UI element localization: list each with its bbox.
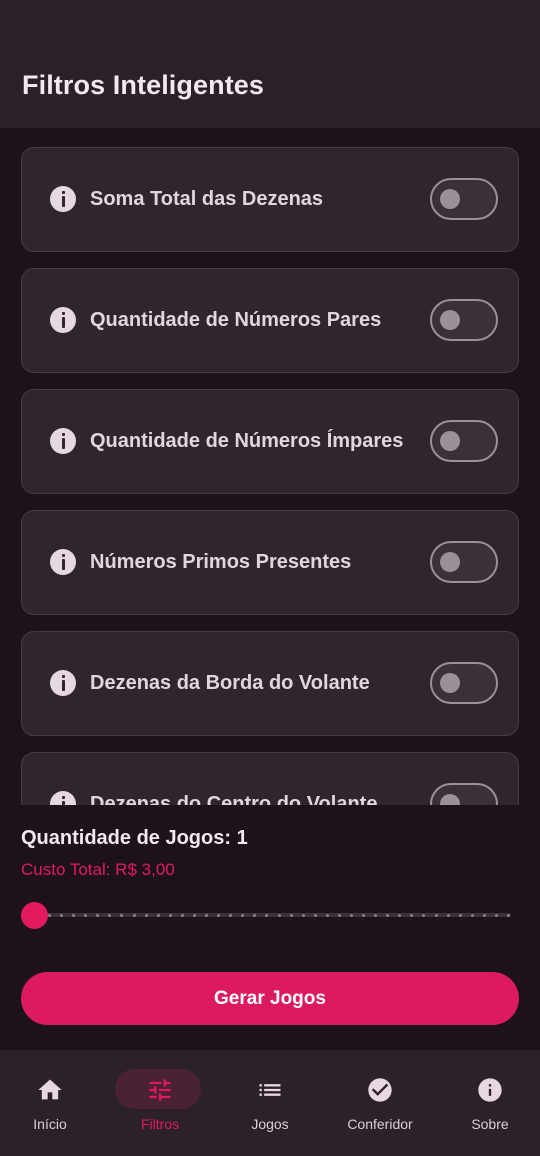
toggle-knob [440,552,460,572]
filter-label: Dezenas do Centro do Volante [90,793,378,805]
generation-panel: Quantidade de Jogos: 1 Custo Total: R$ 3… [0,805,540,1050]
slider-tick [386,913,390,917]
filter-card-centro-volante: Dezenas do Centro do Volante [21,752,519,805]
slider-tick [507,913,510,917]
filter-label: Quantidade de Números Pares [90,309,382,331]
filter-toggle-numeros-primos[interactable] [430,541,498,583]
slider-tick [446,913,450,917]
slider-tick [434,913,438,917]
slider-tick [349,913,353,917]
slider-tick [180,913,184,917]
tune-icon [149,1079,171,1101]
nav-label: Início [33,1116,67,1132]
info-icon[interactable] [50,428,76,454]
nav-item-conferidor[interactable]: Conferidor [326,1050,434,1156]
slider-tick [470,913,474,917]
nav-label: Filtros [140,1116,180,1132]
info-icon[interactable] [50,307,76,333]
slider-tick [156,913,160,917]
slider-tick [398,913,402,917]
filter-card-soma-total: Soma Total das Dezenas [21,147,519,252]
info-icon[interactable] [50,670,76,696]
filter-toggle-soma-total[interactable] [430,178,498,220]
slider-tick [482,913,486,917]
filter-label: Números Primos Presentes [90,551,352,573]
slider-tick [48,913,51,917]
app-root: Filtros Inteligentes Soma Total das Deze… [0,0,540,1156]
nav-item-sobre[interactable]: Sobre [436,1050,540,1156]
slider-tick [205,913,209,917]
filter-label: Soma Total das Dezenas [90,188,324,210]
nav-item-jogos[interactable]: Jogos [216,1050,324,1156]
total-cost-label: Custo Total: R$ 3,00 [21,860,175,879]
slider-tick [241,913,245,917]
slider-tick [96,913,100,917]
filter-list[interactable]: Soma Total das Dezenas Quantidade de Núm… [0,128,540,805]
toggle-knob [440,310,460,330]
slider-tick [313,913,317,917]
filter-card-numeros-primos: Números Primos Presentes [21,510,519,615]
toggle-knob [440,431,460,451]
page-title: Filtros Inteligentes [22,70,265,100]
bottom-navigation: Início Filtros Jogos Conferidor Sobre [0,1050,540,1156]
toggle-knob [440,673,460,693]
slider-tick [253,913,257,917]
games-quantity-slider[interactable] [21,901,511,929]
slider-thumb[interactable] [21,902,48,929]
toggle-knob [440,189,460,209]
slider-tick [192,913,196,917]
info-icon [478,1078,502,1102]
filter-card-borda-volante: Dezenas da Borda do Volante [21,631,519,736]
info-icon[interactable] [50,549,76,575]
generate-games-button[interactable]: Gerar Jogos [21,972,519,1025]
slider-tick [289,913,293,917]
slider-tick [458,913,462,917]
info-icon[interactable] [50,791,76,805]
slider-tick [84,913,88,917]
filter-toggle-centro-volante[interactable] [430,783,498,805]
filter-card-numeros-pares: Quantidade de Números Pares [21,268,519,373]
slider-tick [325,913,329,917]
app-header: Filtros Inteligentes [0,0,540,128]
slider-tick [362,913,366,917]
info-icon[interactable] [50,186,76,212]
games-quantity-label: Quantidade de Jogos: 1 [21,827,248,849]
slider-tick [60,913,64,917]
slider-tick [337,913,341,917]
filter-card-numeros-impares: Quantidade de Números Ímpares [21,389,519,494]
nav-label: Jogos [251,1116,289,1132]
slider-tick [132,913,136,917]
home-icon [38,1079,62,1100]
nav-item-filtros[interactable]: Filtros [106,1050,214,1156]
filter-label: Dezenas da Borda do Volante [90,672,370,694]
nav-label: Conferidor [347,1116,413,1132]
slider-tick [374,913,378,917]
filter-toggle-numeros-impares[interactable] [430,420,498,462]
nav-item-inicio[interactable]: Início [0,1050,104,1156]
nav-label: Sobre [471,1116,509,1132]
slider-tick [168,913,172,917]
filter-toggle-numeros-pares[interactable] [430,299,498,341]
check-circle-icon [368,1078,392,1102]
filter-toggle-borda-volante[interactable] [430,662,498,704]
slider-tick [277,913,281,917]
slider-track[interactable] [31,913,511,917]
slider-tick [229,913,233,917]
slider-tick [494,913,498,917]
list-icon [259,1084,281,1096]
slider-tick [301,913,305,917]
slider-tick [72,913,76,917]
slider-tick [217,913,221,917]
toggle-knob [440,794,460,805]
filter-label: Quantidade de Números Ímpares [90,430,404,452]
slider-tick [144,913,148,917]
